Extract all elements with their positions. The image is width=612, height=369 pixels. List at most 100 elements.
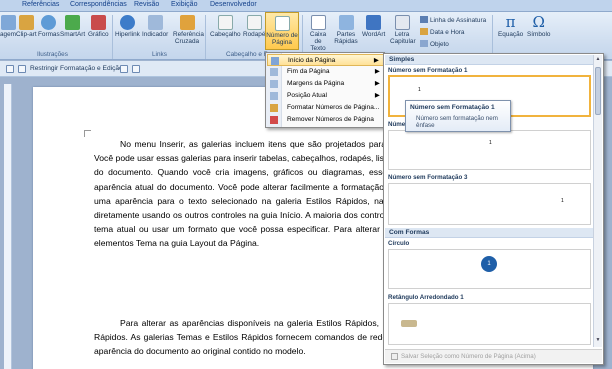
- restrict-editing-label[interactable]: Restringir Formatação e Edição: [30, 65, 123, 72]
- footer-icon: [246, 15, 262, 30]
- smartart-button[interactable]: SmartArt: [60, 15, 85, 38]
- shapes-label: Formas: [38, 31, 60, 38]
- gallery-section-header: Com Formas: [385, 228, 593, 238]
- format-page-numbers-icon: [270, 104, 278, 112]
- signature-line-button[interactable]: Linha de Assinatura: [420, 16, 486, 24]
- header-icon: [217, 15, 233, 30]
- quick-parts-icon: [338, 15, 354, 30]
- footer-button[interactable]: Rodapé: [243, 15, 265, 38]
- tab-desenvolvedor[interactable]: Desenvolvedor: [210, 1, 257, 8]
- shapes-icon: [41, 15, 57, 30]
- shapes-button[interactable]: Formas: [38, 15, 60, 38]
- submenu-arrow-icon: ▶: [374, 92, 380, 99]
- object-label: Objeto: [430, 41, 449, 48]
- bookmark-button[interactable]: Indicador: [142, 15, 168, 38]
- page-number-preview: 1: [489, 140, 492, 146]
- page-number-preview: 1: [561, 198, 564, 204]
- save-selection-icon: [391, 353, 398, 360]
- gallery-scrollbar[interactable]: ▲ ▼: [593, 55, 602, 347]
- menu-item-current-position[interactable]: Posição Atual ▶: [267, 90, 384, 102]
- margin-corner-mark: [84, 130, 91, 137]
- quick-parts-button[interactable]: Partes Rápidas: [334, 15, 358, 45]
- chart-button[interactable]: Gráfico: [88, 15, 109, 38]
- date-time-icon: [420, 28, 428, 35]
- gallery-item-label: Número sem Formatação 3: [388, 174, 468, 181]
- document-icon[interactable]: [6, 65, 14, 73]
- page-bottom-icon: [270, 68, 278, 76]
- symbol-icon: Ω: [532, 13, 545, 31]
- drop-cap-button[interactable]: Letra Capitular: [390, 15, 416, 45]
- footer-label: Rodapé: [243, 31, 266, 38]
- scroll-up-icon[interactable]: ▲: [594, 56, 602, 65]
- gallery-tooltip: Número sem Formatação 1 Número sem forma…: [405, 100, 511, 132]
- page-top-icon: [271, 57, 279, 65]
- scroll-thumb[interactable]: [595, 67, 601, 115]
- object-button[interactable]: Objeto: [420, 40, 449, 48]
- page-number-button[interactable]: Número de Página: [265, 12, 299, 50]
- submenu-arrow-icon: ▶: [374, 68, 380, 75]
- page-number-menu: Início da Página ▶ Fim da Página ▶ Marge…: [265, 52, 385, 128]
- bookmark-icon: [147, 15, 163, 30]
- gallery-item-plain-number-3[interactable]: 1: [388, 183, 591, 225]
- wordart-button[interactable]: WordArt: [362, 15, 385, 38]
- equation-label: Equação: [498, 31, 524, 38]
- scroll-down-icon[interactable]: ▼: [594, 337, 602, 346]
- equation-button[interactable]: π Equação: [498, 15, 524, 39]
- tab-referencias[interactable]: Referências: [22, 1, 59, 8]
- menu-item-format-page-numbers[interactable]: Formatar Números de Página...: [267, 102, 384, 114]
- signature-line-label: Linha de Assinatura: [430, 17, 487, 24]
- hyperlink-icon: [119, 15, 135, 30]
- menu-item-label: Posição Atual: [287, 92, 327, 99]
- hyperlink-label: Hiperlink: [115, 31, 140, 38]
- circle-number-preview: 1: [481, 256, 497, 272]
- bookmark-label: Indicador: [142, 31, 169, 38]
- smartart-icon: [65, 15, 81, 30]
- gallery-item-circle[interactable]: 1: [388, 249, 591, 289]
- hyperlink-button[interactable]: Hiperlink: [115, 15, 140, 38]
- gallery-section-header: Simples: [385, 55, 593, 65]
- date-time-button[interactable]: Data e Hora: [420, 28, 464, 36]
- picture-icon: [0, 15, 16, 30]
- tab-exibicao[interactable]: Exibição: [171, 1, 197, 8]
- remove-page-numbers-icon: [270, 116, 278, 124]
- menu-item-remove-page-numbers[interactable]: Remover Números de Página: [267, 114, 384, 126]
- page-number-label: Número de Página: [266, 32, 298, 46]
- menu-item-bottom-of-page[interactable]: Fim da Página ▶: [267, 66, 384, 78]
- clip-art-icon: [18, 15, 34, 30]
- cross-reference-button[interactable]: Referência Cruzada: [173, 15, 204, 45]
- group-separator: [112, 15, 113, 59]
- ribbon-tab-bar: Referências Correspondências Revisão Exi…: [0, 0, 612, 12]
- menu-item-label: Margens da Página: [287, 80, 345, 87]
- toolbar-option-icon[interactable]: [132, 65, 140, 73]
- tab-correspondencias[interactable]: Correspondências: [70, 1, 127, 8]
- text-box-icon: [310, 15, 326, 30]
- date-time-label: Data e Hora: [430, 29, 465, 36]
- menu-item-top-of-page[interactable]: Início da Página ▶: [267, 54, 384, 66]
- menu-item-page-margins[interactable]: Margens da Página ▶: [267, 78, 384, 90]
- tab-revisao[interactable]: Revisão: [134, 1, 159, 8]
- toolbar-option-icon[interactable]: [120, 65, 128, 73]
- clip-art-button[interactable]: Clip-art: [16, 15, 37, 38]
- save-selection-label: Salvar Seleção como Número de Página (Ac…: [401, 353, 536, 360]
- cross-reference-label: Referência Cruzada: [173, 31, 204, 45]
- vertical-ruler: [4, 84, 12, 369]
- picture-button[interactable]: agem: [0, 15, 16, 38]
- save-selection-button[interactable]: Salvar Seleção como Número de Página (Ac…: [385, 349, 602, 363]
- group-separator: [205, 15, 206, 59]
- gallery-item-rounded-rectangle-1[interactable]: [388, 303, 591, 345]
- tooltip-title: Número sem Formatação 1: [410, 104, 495, 111]
- header-button[interactable]: Cabeçalho: [210, 15, 241, 38]
- text-box-button[interactable]: Caixa de Texto: [306, 15, 330, 52]
- header-label: Cabeçalho: [210, 31, 241, 38]
- object-icon: [420, 40, 428, 47]
- gallery-item-plain-number-2[interactable]: 1: [388, 130, 591, 170]
- gallery-item-label: Retângulo Arredondado 1: [388, 294, 464, 301]
- group-label-illustrations: Ilustrações: [37, 51, 68, 58]
- text-box-label: Caixa de Texto: [309, 31, 327, 52]
- symbol-button[interactable]: Ω Símbolo: [527, 13, 551, 39]
- smartart-label: SmartArt: [60, 31, 86, 38]
- cross-reference-icon: [179, 15, 195, 30]
- restrict-icon[interactable]: [18, 65, 26, 73]
- wordart-icon: [366, 15, 382, 30]
- symbol-label: Símbolo: [527, 31, 551, 38]
